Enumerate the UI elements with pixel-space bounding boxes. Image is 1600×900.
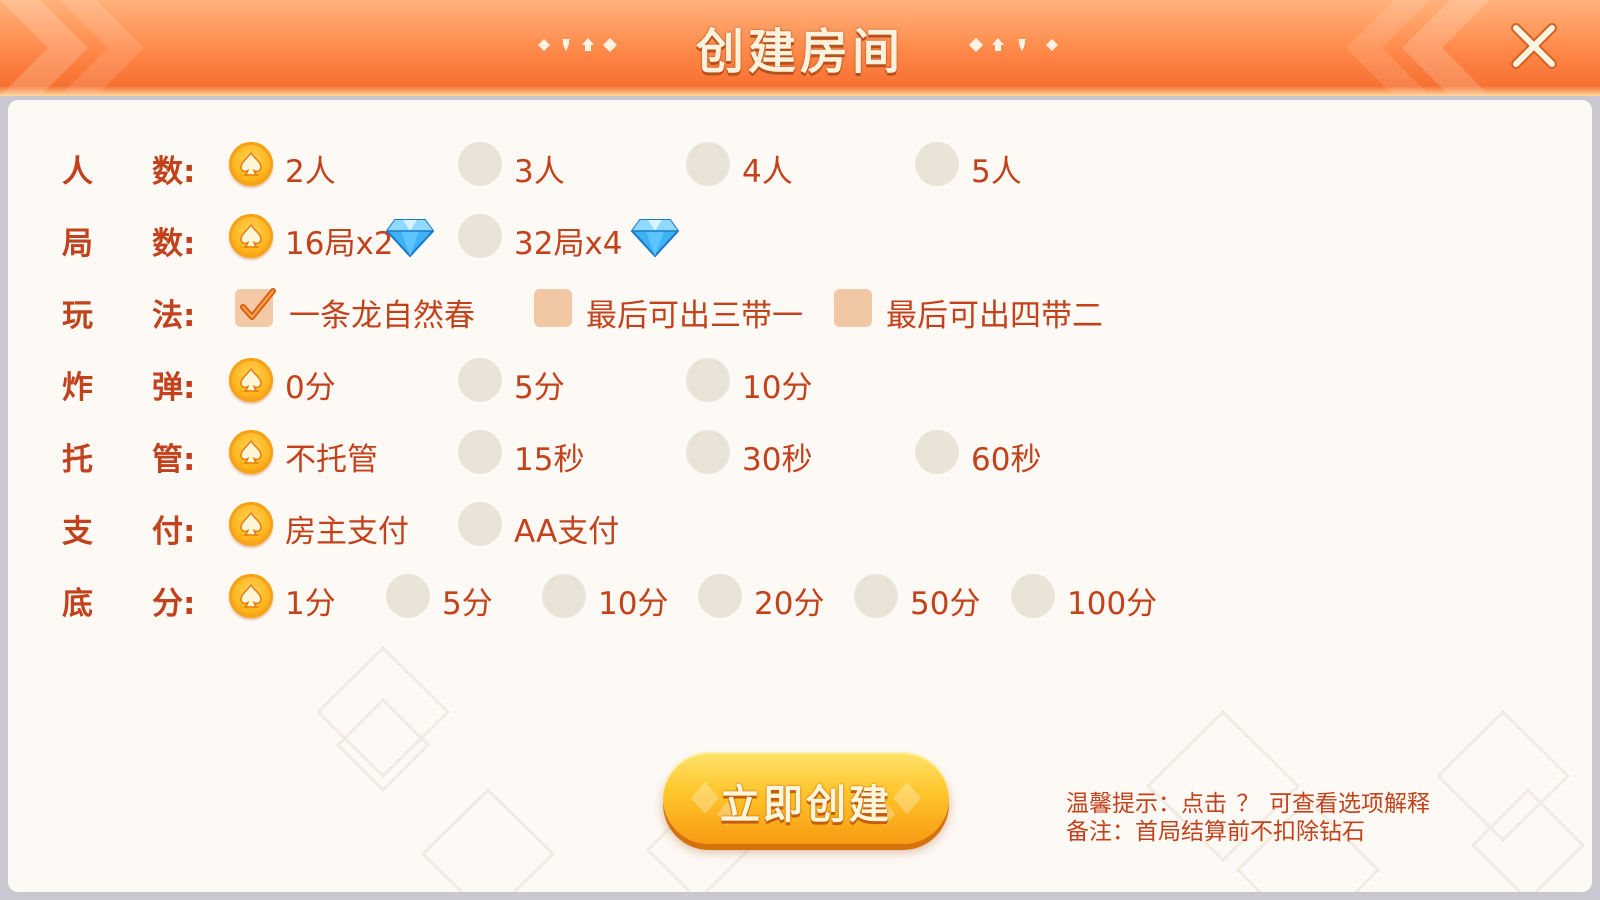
label-char: 玩 xyxy=(62,298,93,334)
option-label: 5分 xyxy=(514,370,565,406)
diamond-icon xyxy=(630,214,680,258)
option-label: 0分 xyxy=(285,370,336,406)
label-char: 底 xyxy=(62,586,93,622)
option-label: 不托管 xyxy=(285,442,378,478)
radio-button[interactable] xyxy=(458,502,502,546)
radio-button[interactable] xyxy=(458,358,502,402)
label-char: 数: xyxy=(152,226,196,262)
hint-line-2: 备注：首局结算前不扣除钻石 xyxy=(1066,819,1365,845)
page-title: 创建房间 xyxy=(695,24,904,80)
row-label-payment: 支 付: xyxy=(62,506,212,550)
radio-button[interactable] xyxy=(686,358,730,402)
radio-selected-spade-icon[interactable] xyxy=(229,214,273,258)
option-label: 1分 xyxy=(285,586,336,622)
radio-button[interactable] xyxy=(386,574,430,618)
checkbox[interactable] xyxy=(834,289,872,327)
option-label: 5人 xyxy=(971,154,1022,190)
radio-button[interactable] xyxy=(698,574,742,618)
row-players: 人 数: 2人 3人 4人 5人 xyxy=(8,140,1592,190)
header-glow xyxy=(0,86,1600,96)
create-button-label: 立即创建 xyxy=(720,782,892,828)
radio-button[interactable] xyxy=(458,142,502,186)
radio-selected-spade-icon[interactable] xyxy=(229,142,273,186)
row-label-base: 底 分: xyxy=(62,578,212,622)
row-payment: 支 付: 房主支付 AA支付 xyxy=(8,500,1592,550)
checkbox-checked[interactable] xyxy=(235,289,273,327)
create-room-button[interactable]: 立即创建 xyxy=(663,752,949,844)
radio-button[interactable] xyxy=(915,142,959,186)
radio-button[interactable] xyxy=(686,430,730,474)
suit-decoration-right xyxy=(969,38,1058,52)
option-label: 15秒 xyxy=(514,442,585,478)
option-label: AA支付 xyxy=(514,514,620,550)
option-label: 100分 xyxy=(1067,586,1158,622)
option-label: 32局x4 xyxy=(514,226,623,262)
radio-button[interactable] xyxy=(1011,574,1055,618)
option-label: 2人 xyxy=(285,154,336,190)
label-char: 炸 xyxy=(62,370,93,406)
option-label: 5分 xyxy=(442,586,493,622)
option-label: 4人 xyxy=(742,154,793,190)
radio-selected-spade-icon[interactable] xyxy=(229,574,273,618)
option-label: 10分 xyxy=(742,370,813,406)
label-char: 弹: xyxy=(152,370,196,406)
row-label-rounds: 局 数: xyxy=(62,218,212,262)
row-label-players: 人 数: xyxy=(62,146,212,190)
option-label: 16局x2 xyxy=(285,226,394,262)
row-base-score: 底 分: 1分 5分 10分 20分 50分 100分 xyxy=(8,572,1592,622)
radio-button[interactable] xyxy=(542,574,586,618)
checkmark-icon xyxy=(237,287,277,327)
label-char: 人 xyxy=(62,154,93,190)
label-char: 数: xyxy=(152,154,196,190)
option-label: 最后可出三带一 xyxy=(586,298,803,334)
row-bomb: 炸 弹: 0分 5分 10分 xyxy=(8,356,1592,406)
row-label-rules: 玩 法: xyxy=(62,290,212,334)
diamond-icon xyxy=(385,214,435,258)
row-rules: 玩 法: 一条龙自然春 最后可出三带一 最后可出四带二 xyxy=(8,284,1592,334)
option-label: 20分 xyxy=(754,586,825,622)
close-icon[interactable] xyxy=(1504,16,1564,76)
radio-button[interactable] xyxy=(458,214,502,258)
option-label: 3人 xyxy=(514,154,565,190)
option-label: 60秒 xyxy=(971,442,1042,478)
option-label: 最后可出四带二 xyxy=(886,298,1103,334)
row-auto: 托 管: 不托管 15秒 30秒 60秒 xyxy=(8,428,1592,478)
radio-selected-spade-icon[interactable] xyxy=(229,358,273,402)
label-char: 支 xyxy=(62,514,93,550)
radio-button[interactable] xyxy=(458,430,502,474)
label-char: 付: xyxy=(152,514,196,550)
radio-selected-spade-icon[interactable] xyxy=(229,502,273,546)
radio-selected-spade-icon[interactable] xyxy=(229,430,273,474)
option-label: 10分 xyxy=(598,586,669,622)
option-label: 一条龙自然春 xyxy=(289,298,475,334)
label-char: 分: xyxy=(152,586,196,622)
label-char: 托 xyxy=(62,442,93,478)
row-label-bomb: 炸 弹: xyxy=(62,362,212,406)
label-char: 法: xyxy=(152,298,196,334)
checkbox[interactable] xyxy=(534,289,572,327)
header-bar: 创建房间 xyxy=(0,0,1600,96)
radio-button[interactable] xyxy=(686,142,730,186)
radio-button[interactable] xyxy=(854,574,898,618)
option-label: 房主支付 xyxy=(285,514,409,550)
label-char: 管: xyxy=(152,442,196,478)
label-char: 局 xyxy=(62,226,93,262)
row-label-auto: 托 管: xyxy=(62,434,212,478)
row-rounds: 局 数: 16局x2 32局x4 xyxy=(8,212,1592,262)
radio-button[interactable] xyxy=(915,430,959,474)
option-label: 30秒 xyxy=(742,442,813,478)
option-label: 50分 xyxy=(910,586,981,622)
